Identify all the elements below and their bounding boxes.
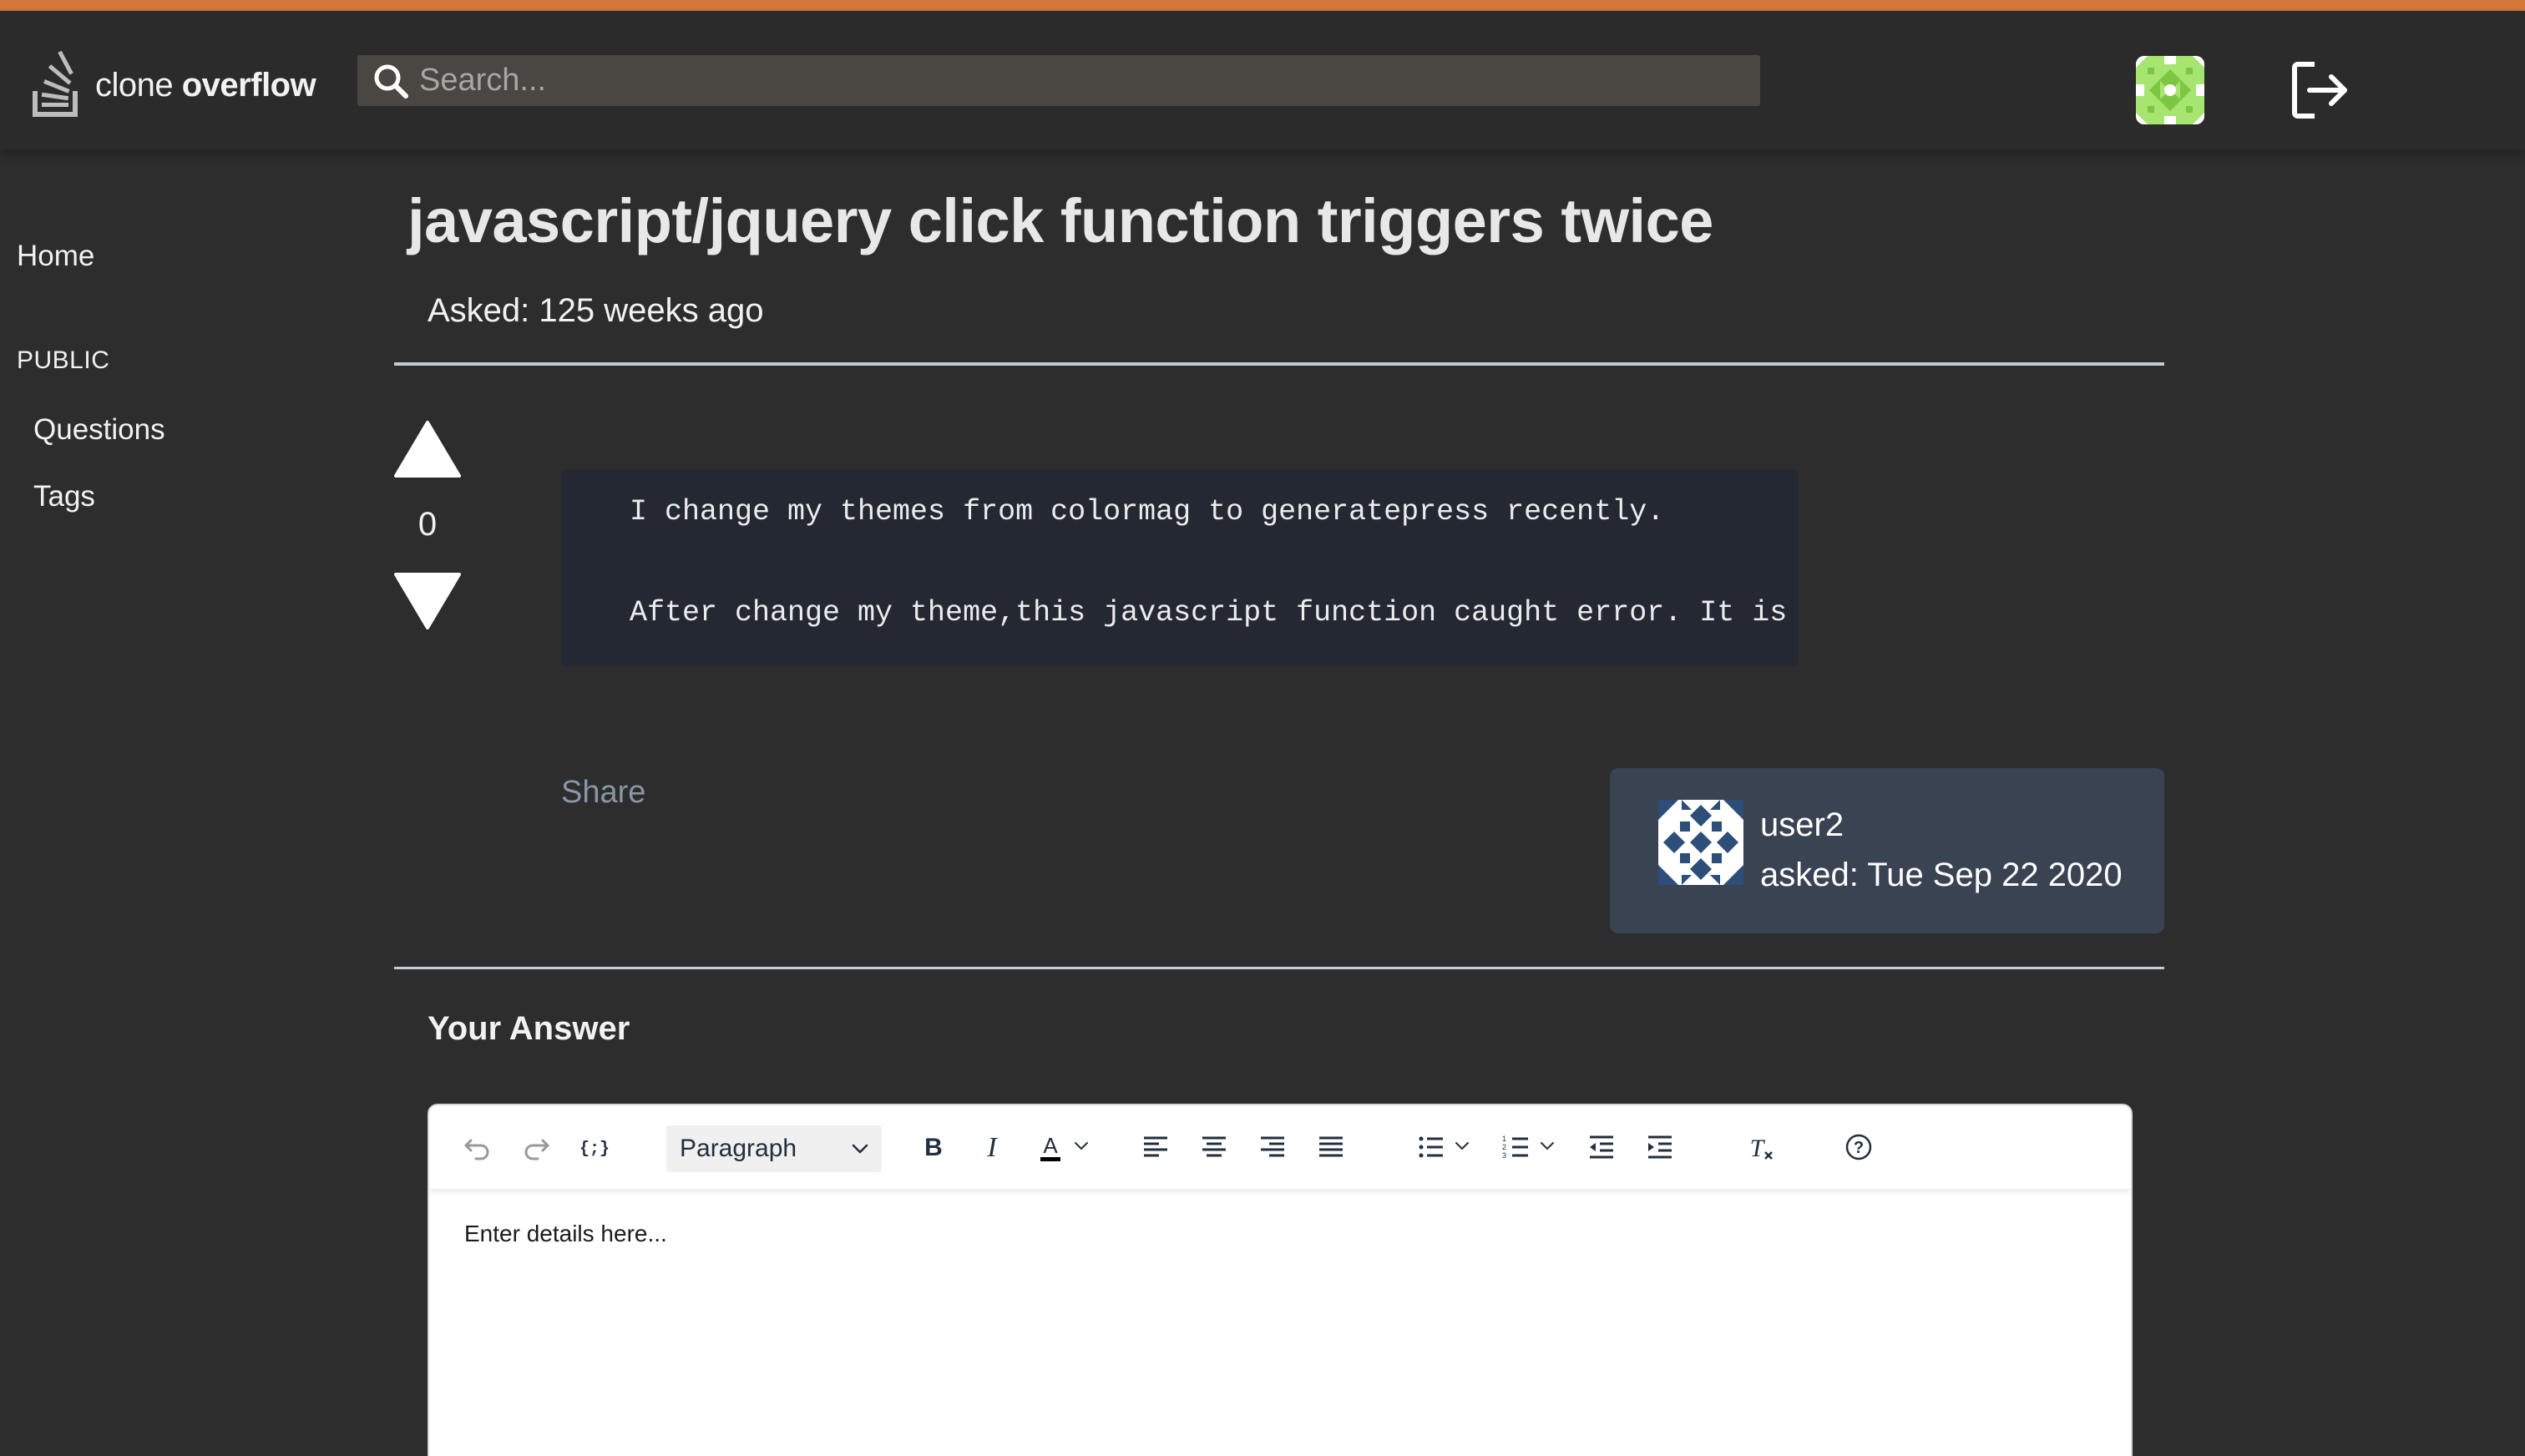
upvote-icon[interactable] xyxy=(394,419,461,479)
home-logo-link[interactable]: clone overflow xyxy=(30,48,339,123)
indent-icon[interactable] xyxy=(1642,1129,1678,1165)
top-header: clone overflow xyxy=(0,11,2525,149)
svg-text:A: A xyxy=(1043,1133,1058,1158)
code-sample-icon[interactable]: {;} xyxy=(576,1129,613,1165)
share-link[interactable]: Share xyxy=(561,775,645,811)
redo-icon[interactable] xyxy=(518,1129,554,1165)
author-name[interactable]: user2 xyxy=(1760,806,1844,844)
stack-logo-icon xyxy=(33,51,78,117)
author-avatar[interactable] xyxy=(1658,800,1743,885)
editor-placeholder[interactable]: Enter details here... xyxy=(464,1221,667,1247)
svg-text:{;}: {;} xyxy=(579,1140,610,1159)
align-center-icon[interactable] xyxy=(1196,1129,1232,1165)
clear-format-icon[interactable]: T xyxy=(1742,1129,1779,1165)
question-body: I change my themes from colormag to gene… xyxy=(561,469,1799,666)
user-avatar[interactable] xyxy=(2136,56,2204,124)
numbered-list-icon[interactable]: 123 xyxy=(1498,1129,1535,1165)
brand-name: clone overflow xyxy=(95,66,316,104)
top-accent-bar xyxy=(0,0,2525,11)
your-answer-heading: Your Answer xyxy=(428,1010,630,1047)
svg-text:B: B xyxy=(924,1134,943,1161)
editor-toolbar: {;} Paragraph B I A 1 2 3 T ? xyxy=(429,1105,2131,1189)
vote-count: 0 xyxy=(417,506,438,543)
chevron-down-icon[interactable] xyxy=(1453,1137,1471,1155)
format-select[interactable]: Paragraph xyxy=(666,1125,882,1172)
align-right-icon[interactable] xyxy=(1254,1129,1291,1165)
logout-icon[interactable] xyxy=(2288,58,2353,123)
answer-editor: {;} Paragraph B I A 1 2 3 T ? Enter deta… xyxy=(428,1104,2133,1456)
align-left-icon[interactable] xyxy=(1137,1129,1174,1165)
svg-text:2: 2 xyxy=(1502,1143,1506,1151)
help-icon[interactable]: ? xyxy=(1840,1129,1877,1165)
chevron-down-icon xyxy=(852,1144,868,1154)
sidebar-item-questions[interactable]: Questions xyxy=(33,413,165,447)
sidebar-item-home[interactable]: Home xyxy=(17,240,94,273)
question-body-line: After change my theme,this javascript fu… xyxy=(630,596,1788,629)
bullet-list-icon[interactable] xyxy=(1413,1129,1450,1165)
search-input[interactable] xyxy=(419,63,1760,99)
search-icon xyxy=(374,64,408,99)
search-bar[interactable] xyxy=(357,55,1760,106)
question-body-line: I change my themes from colormag to gene… xyxy=(630,495,1665,528)
svg-text:?: ? xyxy=(1854,1139,1864,1157)
author-card: user2 asked: Tue Sep 22 2020 xyxy=(1610,768,2164,933)
svg-text:3: 3 xyxy=(1502,1151,1506,1160)
question-asked-date: Asked: 125 weeks ago xyxy=(428,292,764,329)
title-divider xyxy=(394,362,2164,366)
downvote-icon[interactable] xyxy=(394,571,461,631)
sidebar-section-public: PUBLIC xyxy=(17,346,110,374)
author-asked-date: asked: Tue Sep 22 2020 xyxy=(1760,857,2123,893)
undo-icon[interactable] xyxy=(459,1129,496,1165)
italic-icon[interactable]: I xyxy=(974,1129,1010,1165)
question-title: javascript/jquery click function trigger… xyxy=(407,186,1713,255)
answer-divider xyxy=(394,967,2164,969)
text-color-icon[interactable]: A xyxy=(1032,1129,1069,1165)
chevron-down-icon[interactable] xyxy=(1072,1137,1090,1155)
svg-text:T: T xyxy=(1750,1135,1766,1162)
format-select-value: Paragraph xyxy=(680,1135,797,1162)
bold-icon[interactable]: B xyxy=(915,1129,952,1165)
sidebar-item-tags[interactable]: Tags xyxy=(33,480,95,513)
chevron-down-icon[interactable] xyxy=(1538,1137,1556,1155)
justify-icon[interactable] xyxy=(1313,1129,1349,1165)
svg-text:1: 1 xyxy=(1502,1135,1506,1143)
identicon-green xyxy=(2136,56,2204,124)
outdent-icon[interactable] xyxy=(1583,1129,1620,1165)
svg-text:I: I xyxy=(986,1132,998,1163)
